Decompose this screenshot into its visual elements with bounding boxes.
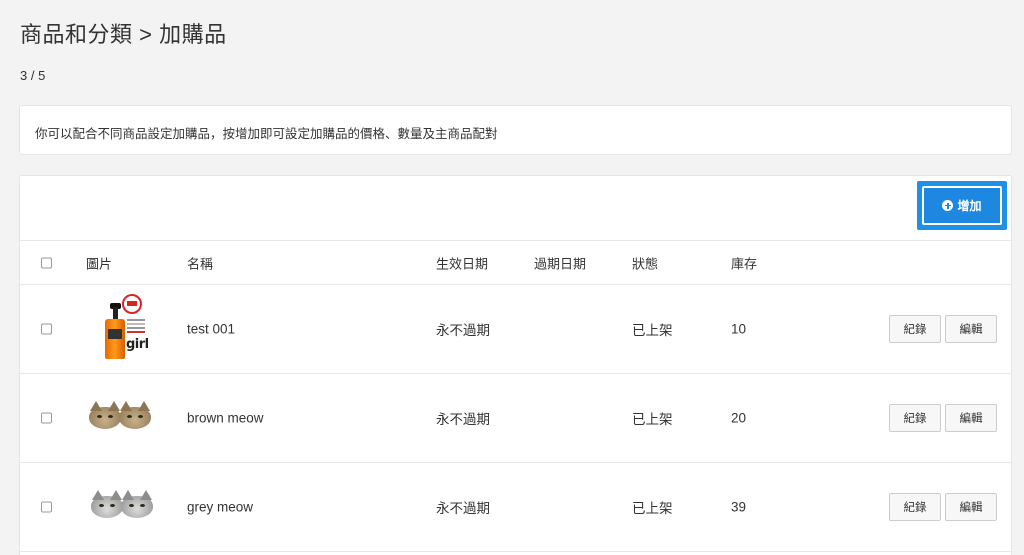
stock: 20 (731, 410, 747, 426)
column-header-image: 圖片 (86, 256, 113, 271)
product-name: grey meow (187, 499, 254, 515)
column-header-name: 名稱 (187, 256, 214, 271)
row-checkbox[interactable] (41, 412, 52, 424)
edit-button[interactable]: 編輯 (945, 493, 997, 521)
column-header-stock: 庫存 (731, 256, 758, 271)
column-header-start-date: 生效日期 (436, 256, 489, 271)
table-row: brown meow 永不過期 已上架 20 紀錄 編輯 (20, 374, 1011, 463)
plus-circle-icon (942, 200, 954, 211)
brown-cats-image (86, 382, 158, 454)
info-text: 你可以配合不同商品設定加購品，按增加即可設定加購品的價格、數量及主商品配對 (35, 127, 498, 141)
table-row: girl test 001 永不過期 已上架 10 紀錄 編輯 (20, 285, 1011, 374)
table-header: 圖片 名稱 生效日期 過期日期 狀態 庫存 (20, 241, 1011, 285)
page-counter: 3 / 5 (20, 68, 46, 83)
row-checkbox[interactable] (41, 501, 52, 513)
table-row: grey meow 永不過期 已上架 39 紀錄 編輯 (20, 463, 1011, 552)
grey-cats-image (86, 471, 158, 543)
serum-bottle-image: girl (86, 293, 158, 365)
edit-button[interactable]: 編輯 (945, 404, 997, 432)
product-name: brown meow (187, 410, 264, 426)
stock: 39 (731, 499, 747, 515)
status: 已上架 (632, 412, 673, 427)
panel-toolbar: 增加 (20, 176, 1011, 241)
product-name: test 001 (187, 321, 236, 337)
column-header-status: 狀態 (632, 256, 659, 271)
stock: 10 (731, 321, 747, 337)
addon-products-panel: 增加 圖片 名稱 生效日期 過期日期 狀態 庫存 girl test 001 永… (19, 175, 1012, 555)
thumb-text: girl (126, 337, 149, 352)
row-checkbox[interactable] (41, 323, 52, 335)
edit-button[interactable]: 編輯 (945, 315, 997, 343)
log-button[interactable]: 紀錄 (889, 315, 941, 343)
status: 已上架 (632, 323, 673, 338)
log-button[interactable]: 紀錄 (889, 404, 941, 432)
page-title: 商品和分類 > 加購品 (20, 22, 227, 47)
add-button-highlight: 增加 (917, 181, 1007, 230)
add-button-label: 增加 (957, 199, 982, 213)
start-date: 永不過期 (436, 412, 490, 427)
start-date: 永不過期 (436, 323, 490, 338)
log-button[interactable]: 紀錄 (889, 493, 941, 521)
start-date: 永不過期 (436, 501, 490, 516)
status: 已上架 (632, 501, 673, 516)
select-all-checkbox[interactable] (41, 257, 52, 268)
column-header-end-date: 過期日期 (534, 256, 587, 271)
add-button[interactable]: 增加 (922, 186, 1002, 225)
info-box: 你可以配合不同商品設定加購品，按增加即可設定加購品的價格、數量及主商品配對 (19, 105, 1012, 155)
